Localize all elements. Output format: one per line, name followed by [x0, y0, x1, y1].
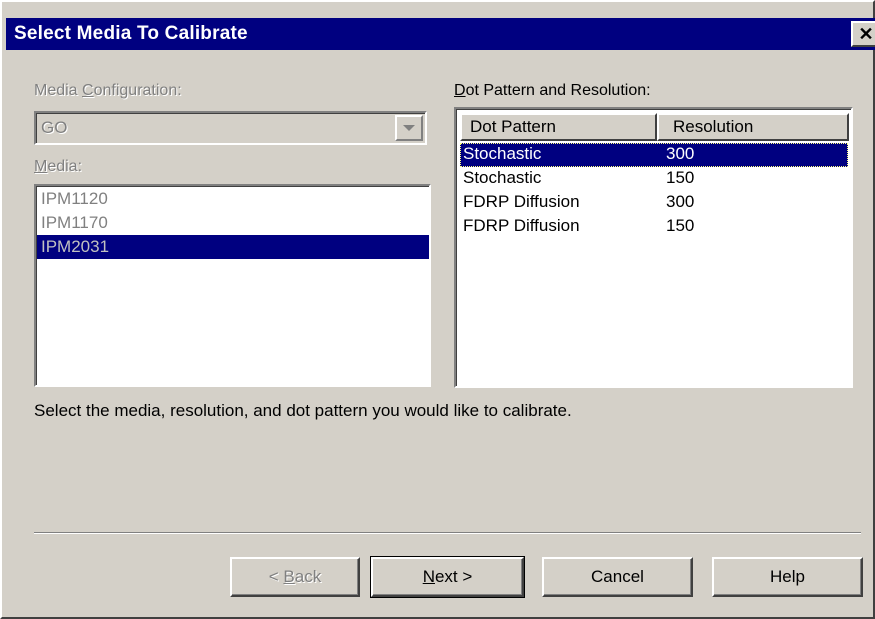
next-button[interactable]: Next >	[370, 556, 525, 598]
close-icon: ✕	[858, 23, 874, 44]
row-pattern: FDRP Diffusion	[463, 216, 580, 235]
cancel-button[interactable]: Cancel	[542, 557, 693, 597]
dot-pattern-row[interactable]: Stochastic 150	[460, 167, 848, 191]
dialog-title: Select Media To Calibrate	[14, 23, 248, 44]
media-item-ipm2031[interactable]: IPM2031	[37, 235, 429, 259]
row-pattern: Stochastic	[463, 144, 542, 163]
dot-pattern-row[interactable]: Stochastic 300	[460, 143, 848, 167]
column-header-dot-pattern[interactable]: Dot Pattern	[460, 113, 657, 141]
instruction-text: Select the media, resolution, and dot pa…	[34, 401, 572, 420]
row-resolution: 300	[666, 192, 695, 211]
dot-pattern-label: Dot Pattern and Resolution:	[454, 82, 651, 99]
dot-pattern-listview[interactable]: Dot Pattern Resolution Stochastic 300 St…	[454, 107, 853, 388]
dot-pattern-row[interactable]: FDRP Diffusion 300	[460, 191, 848, 215]
row-pattern: FDRP Diffusion	[463, 192, 580, 211]
help-button[interactable]: Help	[712, 557, 863, 597]
row-pattern: Stochastic	[463, 168, 542, 187]
row-resolution: 150	[666, 168, 695, 187]
dot-pattern-row[interactable]: FDRP Diffusion 150	[460, 215, 848, 239]
media-label: Media:	[34, 158, 83, 175]
chevron-down-icon	[403, 125, 415, 131]
media-configuration-value: GO	[41, 118, 68, 137]
media-listbox[interactable]: IPM1120 IPM1170 IPM2031	[34, 184, 431, 387]
row-resolution: 300	[666, 144, 695, 163]
calibrate-dialog: Select Media To Calibrate ✕ Media Config…	[0, 0, 875, 619]
dropdown-button[interactable]	[395, 115, 423, 141]
column-header-resolution[interactable]: Resolution	[657, 113, 849, 141]
media-configuration-label: Media Configuration:	[34, 82, 182, 99]
row-resolution: 150	[666, 216, 695, 235]
close-button[interactable]: ✕	[851, 21, 875, 47]
media-configuration-dropdown[interactable]: GO	[34, 111, 427, 145]
back-button[interactable]: < Back	[230, 557, 360, 597]
media-item-ipm1120[interactable]: IPM1120	[37, 187, 429, 211]
media-item-ipm1170[interactable]: IPM1170	[37, 211, 429, 235]
title-bar[interactable]: Select Media To Calibrate ✕	[6, 18, 875, 50]
separator	[34, 532, 861, 534]
